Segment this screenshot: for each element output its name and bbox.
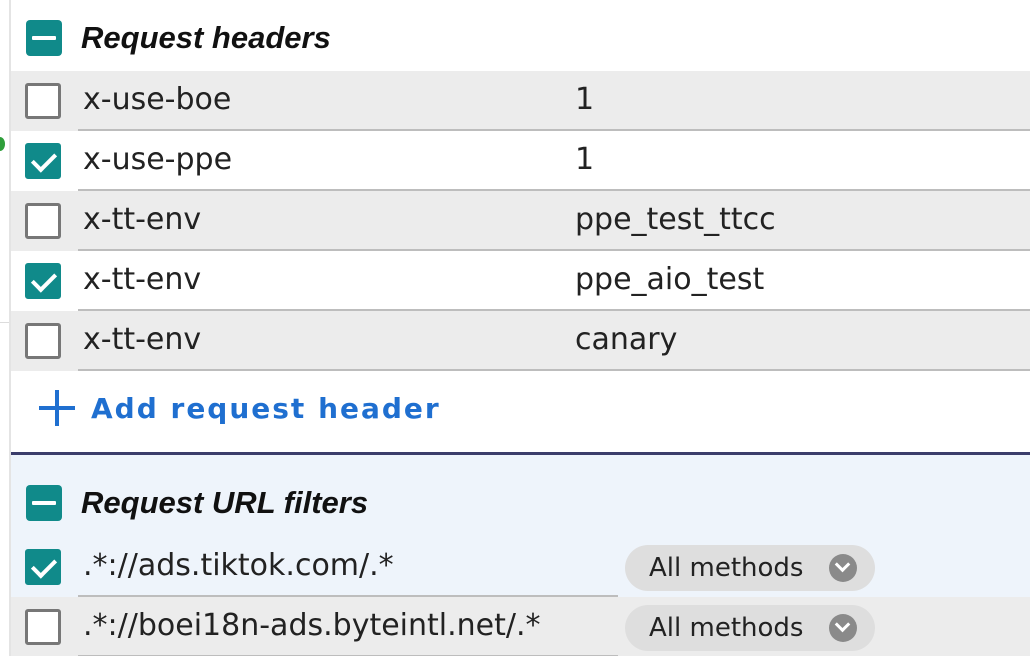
header-row-checkbox[interactable] (25, 143, 61, 179)
header-name-field[interactable]: x-use-boe (83, 81, 231, 119)
plus-icon (39, 390, 75, 426)
add-request-header-label: Add request header (91, 391, 441, 425)
url-filter-checkbox[interactable] (25, 609, 61, 645)
url-filter-row: .*://ads.tiktok.com/.* All methods (11, 537, 1030, 597)
header-value-field[interactable]: ppe_aio_test (575, 261, 764, 299)
collapse-request-headers-button[interactable] (26, 20, 62, 56)
url-filter-row: .*://boei18n-ads.byteintl.net/.* All met… (11, 597, 1030, 656)
header-value-field[interactable]: 1 (575, 81, 594, 119)
header-row: x-tt-env ppe_aio_test (11, 251, 1030, 311)
header-name-field[interactable]: x-tt-env (83, 201, 201, 239)
header-row: x-use-boe 1 (11, 71, 1030, 131)
url-pattern-field[interactable]: .*://ads.tiktok.com/.* (83, 547, 394, 585)
url-pattern-field[interactable]: .*://boei18n-ads.byteintl.net/.* (83, 607, 541, 645)
header-row: x-use-ppe 1 (11, 131, 1030, 191)
header-name-field[interactable]: x-tt-env (83, 261, 201, 299)
chevron-down-icon (829, 554, 857, 582)
left-rail (0, 0, 11, 656)
header-name-field[interactable]: x-use-ppe (83, 141, 232, 179)
request-headers-title: Request headers (81, 20, 331, 55)
url-filters-title: Request URL filters (81, 485, 369, 520)
chevron-down-icon (829, 614, 857, 642)
header-row-checkbox[interactable] (25, 83, 61, 119)
minus-icon (32, 36, 56, 40)
request-headers-section: Request headers x-use-boe 1 x-use-ppe 1 … (11, 0, 1030, 452)
url-filters-header: Request URL filters (11, 467, 1030, 539)
minus-icon (32, 501, 56, 505)
request-url-filters-section: Request URL filters .*://ads.tiktok.com/… (11, 452, 1030, 656)
row-underline (78, 369, 1030, 371)
method-label: All methods (649, 613, 804, 643)
header-value-field[interactable]: canary (575, 321, 677, 359)
check-icon (30, 146, 58, 173)
check-icon (30, 552, 58, 579)
method-select[interactable]: All methods (625, 605, 875, 651)
rail-divider (0, 322, 9, 323)
header-row-checkbox[interactable] (25, 323, 61, 359)
request-headers-header: Request headers (11, 2, 1030, 74)
header-row-checkbox[interactable] (25, 263, 61, 299)
url-filter-checkbox[interactable] (25, 549, 61, 585)
header-value-field[interactable]: ppe_test_ttcc (575, 201, 776, 239)
collapse-url-filters-button[interactable] (26, 485, 62, 521)
add-request-header-button[interactable]: Add request header (39, 383, 441, 433)
check-icon (30, 266, 58, 293)
header-row: x-tt-env canary (11, 311, 1030, 371)
header-name-field[interactable]: x-tt-env (83, 321, 201, 359)
modheader-panel: Request headers x-use-boe 1 x-use-ppe 1 … (0, 0, 1030, 656)
status-dot (0, 137, 5, 151)
header-row-checkbox[interactable] (25, 203, 61, 239)
header-row: x-tt-env ppe_test_ttcc (11, 191, 1030, 251)
method-select[interactable]: All methods (625, 545, 875, 591)
header-value-field[interactable]: 1 (575, 141, 594, 179)
method-label: All methods (649, 553, 804, 583)
